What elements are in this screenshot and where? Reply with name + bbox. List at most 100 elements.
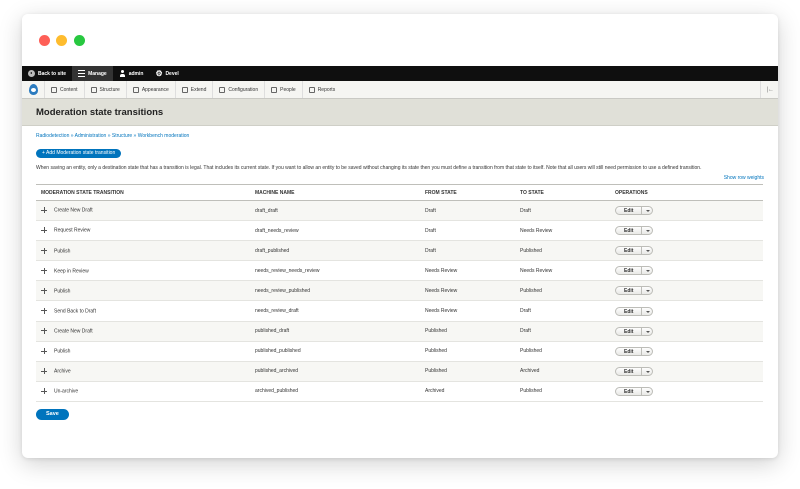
menu-item-structure[interactable]: Structure bbox=[83, 81, 126, 98]
from-state-cell: Needs Review bbox=[420, 280, 515, 302]
column-header-machine-name: MACHINE NAME bbox=[255, 189, 295, 196]
chevron-down-icon[interactable] bbox=[641, 287, 652, 295]
reports-icon bbox=[308, 86, 315, 93]
table-row: Send Back to Draft needs_review_draft Need… bbox=[36, 300, 763, 322]
save-button[interactable]: Save bbox=[36, 408, 69, 420]
manage-tab[interactable]: Manage bbox=[72, 66, 113, 81]
edit-button[interactable]: Edit bbox=[616, 287, 641, 294]
menu-item-appearance[interactable]: Appearance bbox=[125, 81, 175, 98]
drag-handle-icon[interactable] bbox=[41, 388, 47, 395]
chevron-down-icon[interactable] bbox=[641, 367, 652, 375]
drag-handle-icon[interactable] bbox=[41, 247, 47, 254]
drupal-logo-icon[interactable] bbox=[26, 81, 40, 99]
edit-button[interactable]: Edit bbox=[616, 328, 641, 335]
minimize-window-button[interactable] bbox=[56, 35, 67, 46]
table-row: Create New Draft draft_draft Draft Draft Edi… bbox=[36, 200, 763, 222]
chevron-down-icon[interactable] bbox=[641, 207, 652, 215]
menu-item-reports[interactable]: Reports bbox=[301, 81, 342, 98]
menu-item-label: Configuration bbox=[228, 86, 259, 93]
chevron-down-icon[interactable] bbox=[641, 347, 652, 355]
appearance-icon bbox=[132, 86, 139, 93]
page-title: Moderation state transitions bbox=[36, 106, 164, 118]
menu-item-label: People bbox=[280, 86, 296, 93]
operations-dropbutton: Edit bbox=[615, 246, 654, 256]
chevron-down-icon[interactable] bbox=[641, 327, 652, 335]
back-to-site-link[interactable]: Back to site bbox=[22, 66, 72, 81]
table-row: Keep in Review needs_review_needs_review N… bbox=[36, 260, 763, 282]
from-state-cell: Draft bbox=[420, 200, 515, 222]
from-state-cell: Published bbox=[420, 341, 515, 362]
devel-label: Devel bbox=[165, 70, 179, 77]
edit-button[interactable]: Edit bbox=[616, 207, 641, 214]
user-tab[interactable]: admin bbox=[113, 66, 150, 81]
machine-name-cell: published_archived bbox=[250, 361, 420, 382]
chevron-down-icon[interactable] bbox=[641, 307, 652, 315]
menu-item-configuration[interactable]: Configuration bbox=[212, 81, 264, 98]
close-window-button[interactable] bbox=[39, 35, 50, 46]
chevron-down-icon[interactable] bbox=[641, 387, 652, 395]
drag-handle-icon[interactable] bbox=[41, 207, 47, 214]
edit-button[interactable]: Edit bbox=[616, 308, 641, 315]
machine-name-cell: draft_published bbox=[250, 240, 420, 262]
machine-name-cell: needs_review_draft bbox=[250, 300, 420, 322]
breadcrumb[interactable]: Radiodetection » Administration » Struct… bbox=[36, 133, 764, 141]
operations-cell: Edit bbox=[610, 381, 763, 402]
drag-handle-icon[interactable] bbox=[41, 327, 47, 334]
transition-name: Archive bbox=[54, 368, 71, 375]
structure-icon bbox=[90, 86, 97, 93]
menu-item-label: Structure bbox=[99, 86, 120, 93]
menu-item-extend[interactable]: Extend bbox=[174, 81, 213, 98]
to-state-cell: Published bbox=[515, 280, 610, 302]
column-header-transition: MODERATION STATE TRANSITION bbox=[41, 189, 124, 196]
to-state-cell: Published bbox=[515, 381, 610, 402]
operations-cell: Edit bbox=[610, 260, 763, 282]
manage-label: Manage bbox=[88, 70, 107, 77]
drag-handle-icon[interactable] bbox=[41, 307, 47, 314]
menu-item-people[interactable]: People bbox=[264, 81, 302, 98]
chevron-down-icon[interactable] bbox=[641, 267, 652, 275]
edit-button[interactable]: Edit bbox=[616, 227, 641, 234]
operations-cell: Edit bbox=[610, 361, 763, 382]
operations-dropbutton: Edit bbox=[615, 286, 654, 296]
transition-cell: Publish bbox=[36, 240, 250, 262]
zoom-window-button[interactable] bbox=[74, 35, 85, 46]
to-state-cell: Published bbox=[515, 341, 610, 362]
menu-icon bbox=[78, 70, 86, 77]
transition-name: Un-archive bbox=[54, 388, 79, 395]
drag-handle-icon[interactable] bbox=[41, 368, 47, 375]
chevron-down-icon[interactable] bbox=[641, 247, 652, 255]
transition-cell: Un-archive bbox=[36, 381, 250, 402]
machine-name-cell: needs_review_needs_review bbox=[250, 260, 420, 282]
operations-cell: Edit bbox=[610, 240, 763, 262]
drag-handle-icon[interactable] bbox=[41, 227, 47, 234]
operations-cell: Edit bbox=[610, 321, 763, 342]
edit-button[interactable]: Edit bbox=[616, 368, 641, 375]
from-state-cell: Draft bbox=[420, 240, 515, 262]
column-header-from-state: FROM STATE bbox=[425, 189, 457, 196]
menu-item-content[interactable]: Content bbox=[44, 81, 84, 98]
drag-handle-icon[interactable] bbox=[41, 267, 47, 274]
edit-button[interactable]: Edit bbox=[616, 247, 641, 254]
from-state-cell: Needs Review bbox=[420, 260, 515, 282]
collapse-icon: |← bbox=[766, 86, 774, 93]
gear-icon: ⚙ bbox=[155, 69, 163, 78]
devel-tab[interactable]: ⚙ Devel bbox=[149, 66, 184, 81]
transition-cell: Create New Draft bbox=[36, 321, 250, 342]
add-transition-button[interactable]: + Add Moderation state transition bbox=[36, 149, 122, 158]
chevron-down-icon[interactable] bbox=[641, 227, 652, 235]
column-header-to-state: TO STATE bbox=[520, 189, 544, 196]
transition-cell: Request Review bbox=[36, 220, 250, 242]
table-row: Publish published_published Published Publi… bbox=[36, 341, 763, 362]
edit-button[interactable]: Edit bbox=[616, 348, 641, 355]
edit-button[interactable]: Edit bbox=[616, 388, 641, 395]
operations-dropbutton: Edit bbox=[615, 306, 654, 316]
collapse-toolbar-button[interactable]: |← bbox=[760, 81, 774, 98]
edit-button[interactable]: Edit bbox=[616, 267, 641, 274]
drag-handle-icon[interactable] bbox=[41, 348, 47, 355]
drag-handle-icon[interactable] bbox=[41, 287, 47, 294]
back-to-site-label: Back to site bbox=[38, 70, 67, 77]
machine-name-cell: needs_review_published bbox=[250, 280, 420, 302]
show-row-weights-link[interactable]: Show row weights bbox=[36, 175, 764, 183]
main-content: Radiodetection » Administration » Struct… bbox=[22, 133, 778, 420]
admin-toolbar: Back to site Manage admin ⚙ Devel bbox=[22, 66, 778, 81]
